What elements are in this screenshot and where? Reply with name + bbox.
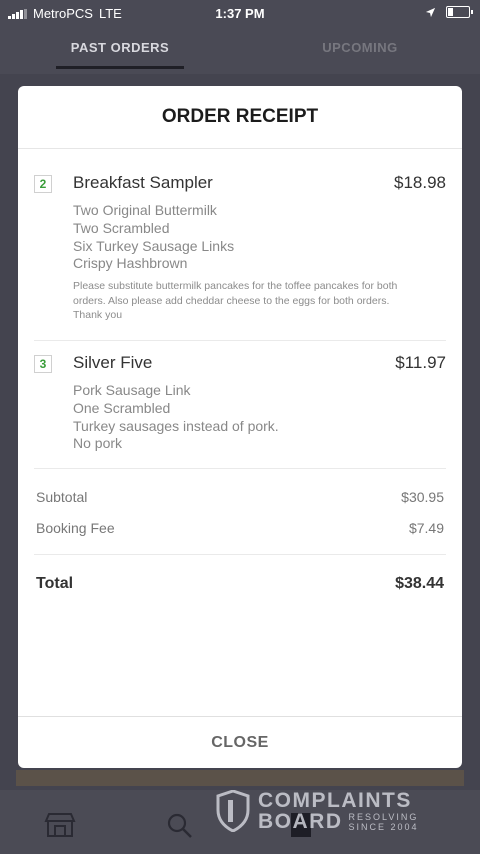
total-row: Total $38.44 [36, 575, 444, 593]
item-modifier: No pork [73, 435, 123, 452]
subtotal-value: $30.95 [401, 489, 444, 505]
total-label: Total [36, 575, 74, 592]
booking-fee-value: $7.49 [408, 520, 444, 536]
total-value: $38.44 [395, 575, 444, 592]
watermark-line1: COMPLAINTS [258, 789, 412, 812]
item-modifier: One Scrambled [73, 399, 171, 416]
watermark-line2: BOARD [258, 810, 343, 833]
item-price: $18.98 [394, 173, 446, 192]
active-tab-indicator [56, 66, 184, 69]
orders-tabs: PAST ORDERS UPCOMING [0, 28, 480, 74]
item-modifier: Pork Sausage Link [73, 382, 191, 398]
item-modifiers: Two Original Buttermilk Two Scrambled Si… [73, 202, 413, 323]
order-receipt-modal: ORDER RECEIPT 2 Breakfast Sampler $18.98… [18, 86, 462, 768]
item-note: Please substitute buttermilk pancakes fo… [73, 280, 398, 322]
tab-upcoming[interactable]: UPCOMING [240, 40, 480, 55]
item-modifier: Six Turkey Sausage Links [73, 237, 235, 254]
store-icon[interactable] [44, 812, 76, 838]
subtotal-label: Subtotal [36, 489, 88, 505]
watermark-tag-bottom: SINCE 2004 [348, 822, 419, 832]
item-price: $11.97 [395, 353, 446, 372]
watermark: COMPLAINTS BOARD RESOLVING SINCE 2004 [216, 790, 419, 832]
item-modifier: Two Scrambled [73, 219, 170, 236]
subtotal-row: Subtotal $30.95 [36, 489, 444, 505]
status-time: 1:37 PM [215, 6, 265, 21]
status-bar: MetroPCS LTE 1:37 PM [0, 0, 480, 28]
close-button[interactable]: CLOSE [18, 717, 462, 768]
divider [34, 340, 446, 341]
modal-title: ORDER RECEIPT [18, 86, 462, 149]
watermark-tag-top: RESOLVING [348, 812, 419, 822]
item-modifiers: Pork Sausage Link One Scrambled Turkey s… [73, 382, 413, 453]
shield-logo [216, 790, 250, 832]
divider [34, 554, 446, 555]
search-icon[interactable] [166, 812, 194, 840]
background-photo [16, 770, 464, 786]
item-quantity: 3 [34, 355, 52, 373]
location-arrow-icon [425, 7, 436, 17]
item-modifier: Two Original Buttermilk [73, 202, 217, 218]
tab-past-orders[interactable]: PAST ORDERS [0, 40, 240, 55]
status-right [425, 6, 473, 18]
booking-fee-label: Booking Fee [36, 520, 115, 536]
item-quantity: 2 [34, 175, 52, 193]
item-name: Breakfast Sampler [73, 173, 213, 192]
divider [34, 468, 446, 469]
item-name: Silver Five [73, 353, 153, 372]
item-modifier: Crispy Hashbrown [73, 255, 188, 272]
item-modifier: Turkey sausages instead of pork. [73, 417, 279, 434]
booking-fee-row: Booking Fee $7.49 [36, 520, 444, 536]
battery-icon [446, 6, 473, 18]
